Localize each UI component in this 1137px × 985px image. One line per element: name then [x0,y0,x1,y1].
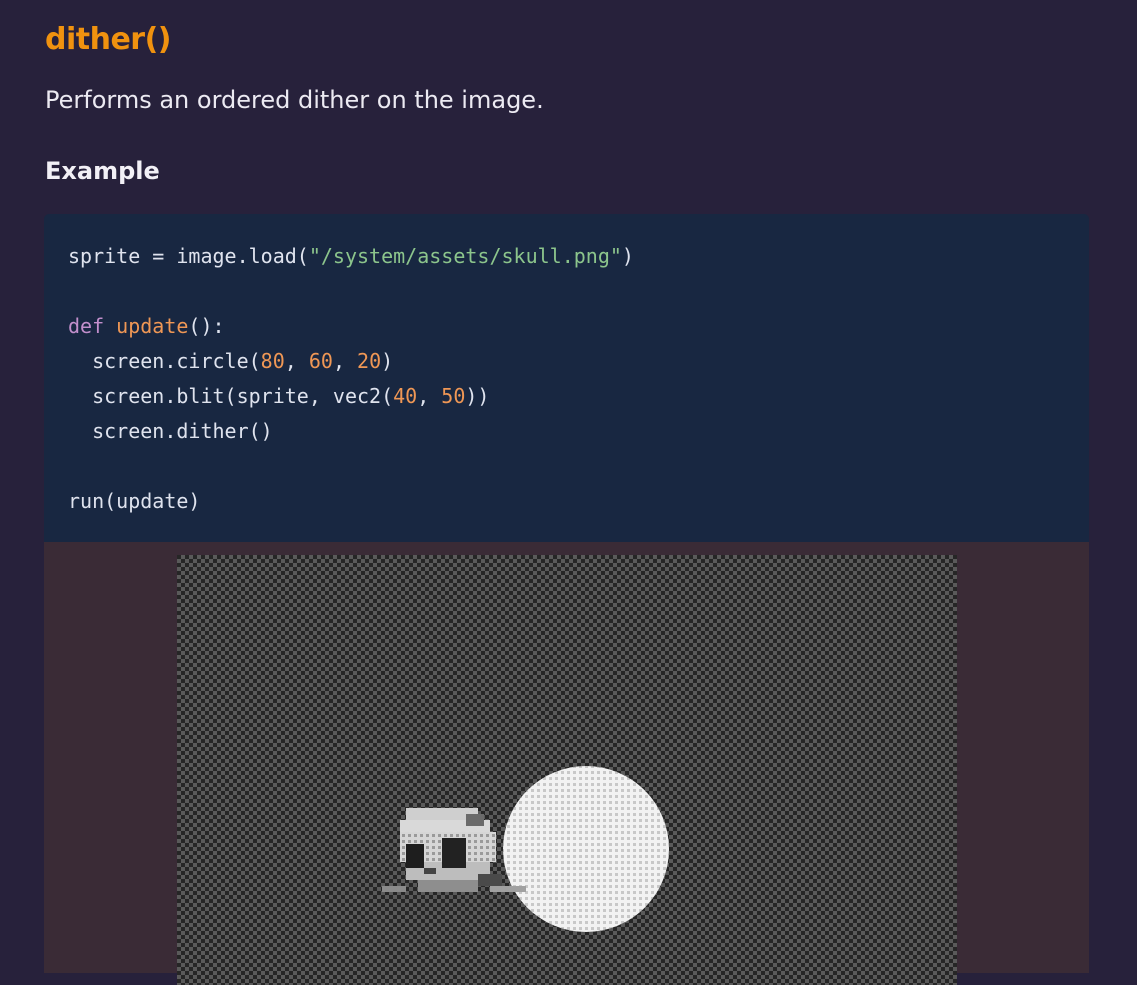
dithered-screen-image [177,555,957,985]
code-line-2: def update(): [68,314,225,338]
code-line-3: screen.circle(80, 60, 20) [68,349,394,373]
dither-output-art [382,766,669,932]
code-block[interactable]: sprite = image.load("/system/assets/skul… [44,214,1089,542]
code-line-6: run(update) [68,489,201,513]
example-output-panel [44,542,1089,985]
code-line-5: screen.dither() [68,419,273,443]
code-line-4: screen.blit(sprite, vec2(40, 50)) [68,384,490,408]
page-title: dither() [45,22,172,57]
example-heading: Example [45,157,160,185]
dithered-circle [503,766,669,932]
function-description: Performs an ordered dither on the image. [45,86,544,114]
code-line-1: sprite = image.load("/system/assets/skul… [68,244,634,268]
